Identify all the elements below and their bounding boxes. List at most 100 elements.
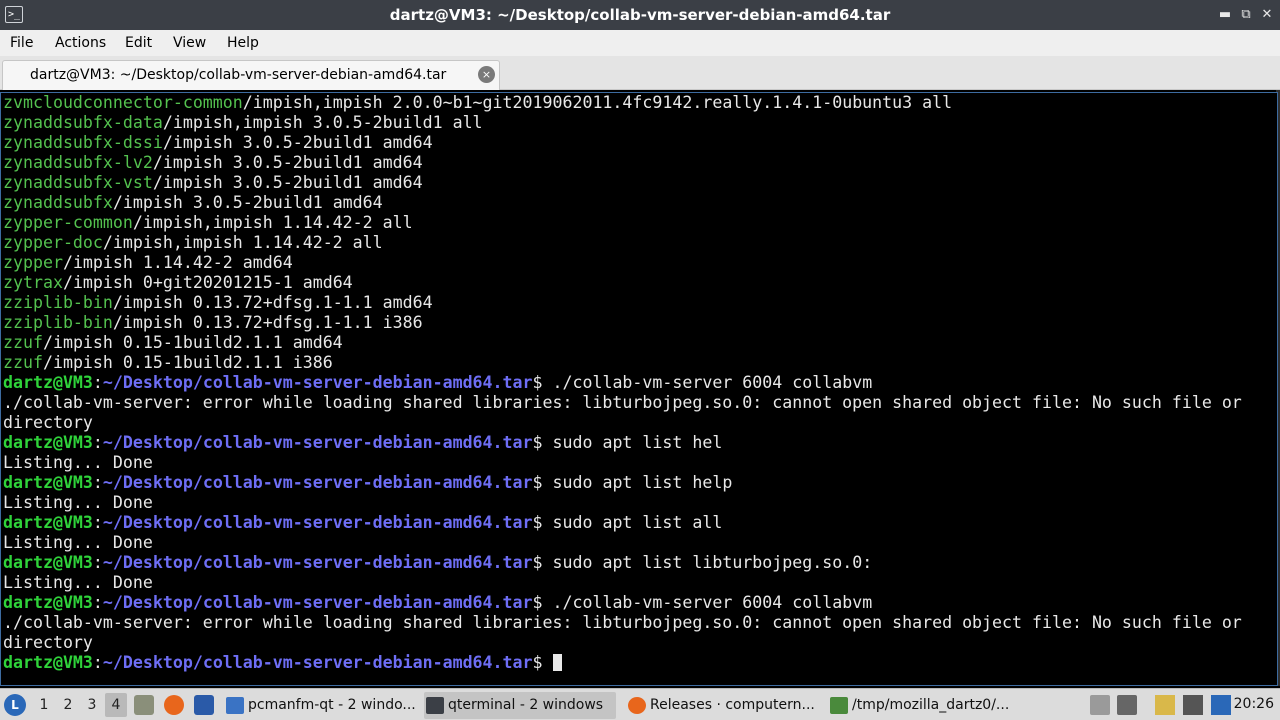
tab-terminal[interactable]: dartz@VM3: ~/Desktop/collab-vm-server-de… [2,60,500,90]
package-line: zynaddsubfx-vst/impish 3.0.5-2build1 amd… [3,173,423,193]
output-text: directory [3,633,93,652]
package-line: zzuf/impish 0.15-1build2.1.1 amd64 [3,333,343,353]
package-name: zynaddsubfx-lv2 [3,153,153,172]
prompt-separator: : [92,473,103,492]
prompt-separator: : [92,373,103,392]
package-name: zynaddsubfx-data [3,113,163,132]
package-name: zytrax [3,273,63,292]
package-line: zzuf/impish 0.15-1build2.1.1 i386 [3,353,333,373]
command-text: $ [532,653,553,672]
output-text: Listing... Done [3,493,153,512]
prompt-separator: : [92,653,103,672]
prompt-path: ~/Desktop/collab-vm-server-debian-amd64.… [102,553,533,572]
clipboard-icon[interactable] [1155,695,1175,715]
package-name: zynaddsubfx [3,193,113,212]
firefox-launcher-icon[interactable] [164,695,184,715]
workspace-1[interactable]: 1 [33,693,55,717]
package-line: zynaddsubfx-data/impish,impish 3.0.5-2bu… [3,113,483,133]
menu-bar: File Actions Edit View Help [0,30,1280,56]
minimize-icon[interactable]: ▬ [1215,5,1235,25]
package-details: /impish 3.0.5-2build1 amd64 [152,173,423,192]
package-line: zytrax/impish 0+git20201215-1 amd64 [3,273,353,293]
task-label: qterminal - 2 windows [448,697,604,713]
window-titlebar[interactable]: >_ dartz@VM3: ~/Desktop/collab-vm-server… [0,0,1280,30]
package-line: zynaddsubfx/impish 3.0.5-2build1 amd64 [3,193,383,213]
network-icon[interactable] [1183,695,1203,715]
workspace-2[interactable]: 2 [57,693,79,717]
package-details: /impish 0+git20201215-1 amd64 [62,273,353,292]
terminal-view[interactable]: zvmcloudconnector-common/impish,impish 2… [0,92,1278,686]
command-text: $ ./collab-vm-server 6004 collabvm [532,593,873,612]
menu-actions[interactable]: Actions [55,34,106,52]
close-window-icon[interactable]: ✕ [1257,5,1277,25]
package-details: /impish,impish 1.14.42-2 all [102,233,383,252]
prompt-line: dartz@VM3:~/Desktop/collab-vm-server-deb… [3,473,732,493]
package-line: zypper/impish 1.14.42-2 amd64 [3,253,293,273]
task-firefox[interactable]: Releases · computern... [626,692,818,719]
package-details: /impish 3.0.5-2build1 amd64 [162,133,433,152]
prompt-separator: : [92,553,103,572]
restore-icon[interactable]: ⧉ [1236,5,1256,25]
command-text: $ sudo apt list all [532,513,723,532]
package-name: zynaddsubfx-vst [3,173,153,192]
workspace-3[interactable]: 3 [81,693,103,717]
tab-close-icon[interactable]: × [478,66,495,83]
package-details: /impish 0.15-1build2.1.1 amd64 [42,333,343,352]
package-name: zziplib-bin [3,293,113,312]
output-text: Listing... Done [3,453,153,472]
text-editor-icon [830,697,848,714]
prompt-separator: : [92,593,103,612]
package-line: zvmcloudconnector-common/impish,impish 2… [3,93,952,113]
menu-view[interactable]: View [173,34,206,52]
output-line: ./collab-vm-server: error while loading … [3,613,1242,633]
prompt-line: dartz@VM3:~/Desktop/collab-vm-server-deb… [3,553,872,573]
package-name: zynaddsubfx-dssi [3,133,163,152]
tab-label: dartz@VM3: ~/Desktop/collab-vm-server-de… [30,67,447,83]
package-line: zziplib-bin/impish 0.13.72+dfsg.1-1.1 i3… [3,313,423,333]
workspace-4[interactable]: 4 [105,693,127,717]
package-name: zzuf [3,333,43,352]
package-line: zypper-doc/impish,impish 1.14.42-2 all [3,233,383,253]
clock: 20:26 [1233,696,1274,712]
package-line: zynaddsubfx-dssi/impish 3.0.5-2build1 am… [3,133,433,153]
command-text: $ sudo apt list help [532,473,733,492]
task-qterminal[interactable]: qterminal - 2 windows [424,692,616,719]
package-name: zypper-common [3,213,133,232]
output-text: ./collab-vm-server: error while loading … [3,393,1242,412]
package-name: zypper [3,253,63,272]
menu-file[interactable]: File [10,34,33,52]
output-line: Listing... Done [3,573,153,593]
tray-expand-icon[interactable] [1090,695,1110,715]
task-pcmanfm[interactable]: pcmanfm-qt - 2 windo... [224,692,416,719]
package-line: zziplib-bin/impish 0.13.72+dfsg.1-1.1 am… [3,293,433,313]
update-notifier-icon[interactable] [1211,695,1231,715]
package-details: /impish,impish 3.0.5-2build1 all [162,113,483,132]
text-cursor [552,654,562,671]
window-title: dartz@VM3: ~/Desktop/collab-vm-server-de… [389,6,891,24]
package-details: /impish 0.13.72+dfsg.1-1.1 amd64 [112,293,433,312]
package-details: /impish 1.14.42-2 amd64 [62,253,293,272]
command-text: $ ./collab-vm-server 6004 collabvm [532,373,873,392]
command-text: $ sudo apt list libturbojpeg.so.0: [532,553,873,572]
prompt-line: dartz@VM3:~/Desktop/collab-vm-server-deb… [3,593,872,613]
show-desktop-icon[interactable] [134,695,154,715]
prompt-path: ~/Desktop/collab-vm-server-debian-amd64.… [102,433,533,452]
firefox-icon [628,697,646,714]
output-line: Listing... Done [3,493,153,513]
output-text: ./collab-vm-server: error while loading … [3,613,1242,632]
package-details: /impish 3.0.5-2build1 amd64 [112,193,383,212]
menu-help[interactable]: Help [227,34,259,52]
start-menu-icon[interactable]: L [4,694,26,716]
volume-icon[interactable] [1117,695,1137,715]
prompt-separator: : [92,513,103,532]
package-details: /impish,impish 2.0.0~b1~git2019062011.4f… [242,93,953,112]
task-label: pcmanfm-qt - 2 windo... [248,697,416,713]
package-details: /impish 0.13.72+dfsg.1-1.1 i386 [112,313,423,332]
output-line: directory [3,413,93,433]
taskbar: L 1 2 3 4 pcmanfm-qt - 2 windo... qtermi… [0,688,1280,720]
prompt-path: ~/Desktop/collab-vm-server-debian-amd64.… [102,473,533,492]
menu-edit[interactable]: Edit [125,34,152,52]
output-line: Listing... Done [3,533,153,553]
task-text-editor[interactable]: /tmp/mozilla_dartz0/... [828,692,1018,719]
file-manager-launcher-icon[interactable] [194,695,214,715]
